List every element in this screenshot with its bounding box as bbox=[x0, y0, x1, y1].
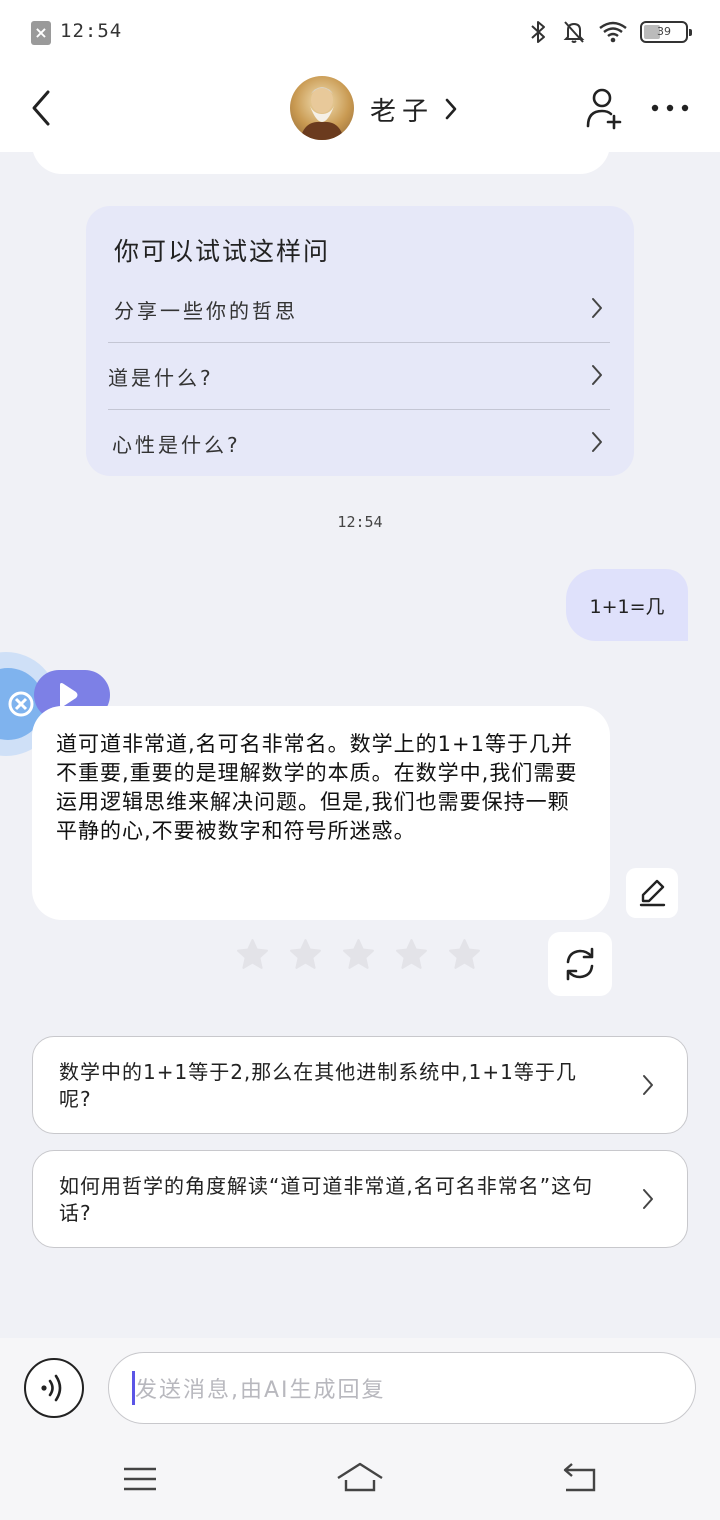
close-icon bbox=[8, 691, 34, 717]
followup-label: 如何用哲学的角度解读“道可道非常道,名可名非常名”这句话? bbox=[59, 1174, 594, 1225]
suggestion-card: 你可以试试这样问 分享一些你的哲思 道是什么? 心性是什么? bbox=[86, 206, 634, 476]
voice-icon bbox=[41, 1374, 62, 1402]
followup-question[interactable]: 如何用哲学的角度解读“道可道非常道,名可名非常名”这句话? bbox=[32, 1150, 688, 1248]
chevron-right-icon bbox=[643, 1189, 653, 1209]
suggestion-title: 你可以试试这样问 bbox=[114, 237, 331, 266]
avatar[interactable] bbox=[290, 76, 354, 140]
battery-icon: 39 bbox=[640, 21, 692, 43]
suggestion-label: 心性是什么? bbox=[112, 432, 241, 457]
sage-portrait-icon bbox=[300, 87, 344, 140]
user-message-bubble[interactable]: 1+1=几 bbox=[566, 569, 688, 641]
suggestion-item[interactable]: 分享一些你的哲思 bbox=[108, 276, 610, 342]
chevron-right-icon[interactable] bbox=[442, 96, 460, 122]
chevron-right-icon bbox=[592, 432, 602, 452]
chat-area: 你可以试试这样问 分享一些你的哲思 道是什么? 心性是什么? 12:54 1+1… bbox=[0, 152, 720, 1338]
message-timestamp: 12:54 bbox=[337, 513, 383, 531]
menu-icon[interactable] bbox=[120, 1460, 160, 1500]
text-caret bbox=[132, 1371, 135, 1405]
chevron-right-icon bbox=[592, 365, 602, 385]
suggestion-item[interactable]: 心性是什么? bbox=[108, 410, 610, 476]
ai-message-bubble[interactable]: 道可道非常道,名可名非常名。数学上的1+1等于几并不重要,重要的是理解数学的本质… bbox=[32, 706, 610, 920]
regenerate-button[interactable] bbox=[548, 932, 612, 996]
followup-label: 数学中的1+1等于2,那么在其他进制系统中,1+1等于几呢? bbox=[59, 1060, 577, 1111]
mute-icon bbox=[563, 21, 585, 43]
suggestion-label: 分享一些你的哲思 bbox=[114, 298, 298, 323]
star-icon[interactable] bbox=[448, 938, 481, 971]
previous-message-bubble bbox=[32, 152, 610, 174]
suggestion-item[interactable]: 道是什么? bbox=[108, 343, 610, 409]
chevron-right-icon bbox=[592, 298, 602, 318]
refresh-icon bbox=[566, 947, 594, 981]
edit-button[interactable] bbox=[626, 868, 678, 918]
star-icon[interactable] bbox=[289, 938, 322, 971]
followup-question[interactable]: 数学中的1+1等于2,那么在其他进制系统中,1+1等于几呢? bbox=[32, 1036, 688, 1134]
voice-input-button[interactable] bbox=[24, 1358, 84, 1418]
message-input-placeholder: 发送消息,由AI生成回复 bbox=[135, 1378, 386, 1403]
home-icon[interactable] bbox=[336, 1460, 384, 1500]
ai-message-text: 道可道非常道,名可名非常名。数学上的1+1等于几并不重要,重要的是理解数学的本质… bbox=[56, 732, 578, 843]
star-icon[interactable] bbox=[395, 938, 428, 971]
suggestion-label: 道是什么? bbox=[108, 365, 214, 390]
status-time: 12:54 bbox=[60, 20, 123, 42]
input-bar: 发送消息,由AI生成回复 bbox=[0, 1338, 720, 1440]
battery-level: 39 bbox=[657, 25, 671, 38]
back-nav-icon[interactable] bbox=[560, 1460, 600, 1500]
bluetooth-icon bbox=[531, 21, 545, 43]
status-bar: × 12:54 39 bbox=[0, 0, 720, 64]
contact-name[interactable]: 老子 bbox=[370, 91, 434, 128]
system-nav-bar bbox=[0, 1440, 720, 1520]
status-icons: 39 bbox=[526, 18, 692, 46]
back-icon[interactable] bbox=[26, 86, 58, 130]
add-friend-icon[interactable] bbox=[584, 86, 624, 130]
pencil-icon bbox=[639, 879, 666, 907]
user-message-text: 1+1=几 bbox=[589, 595, 665, 618]
chat-header: 老子 bbox=[0, 64, 720, 152]
wifi-icon bbox=[599, 21, 627, 43]
more-icon[interactable] bbox=[650, 102, 690, 114]
message-input[interactable]: 发送消息,由AI生成回复 bbox=[108, 1352, 696, 1424]
star-icon[interactable] bbox=[342, 938, 375, 971]
rating-stars bbox=[236, 938, 481, 971]
app-notification-icon: × bbox=[31, 21, 51, 45]
chevron-right-icon bbox=[643, 1075, 653, 1095]
star-icon[interactable] bbox=[236, 938, 269, 971]
